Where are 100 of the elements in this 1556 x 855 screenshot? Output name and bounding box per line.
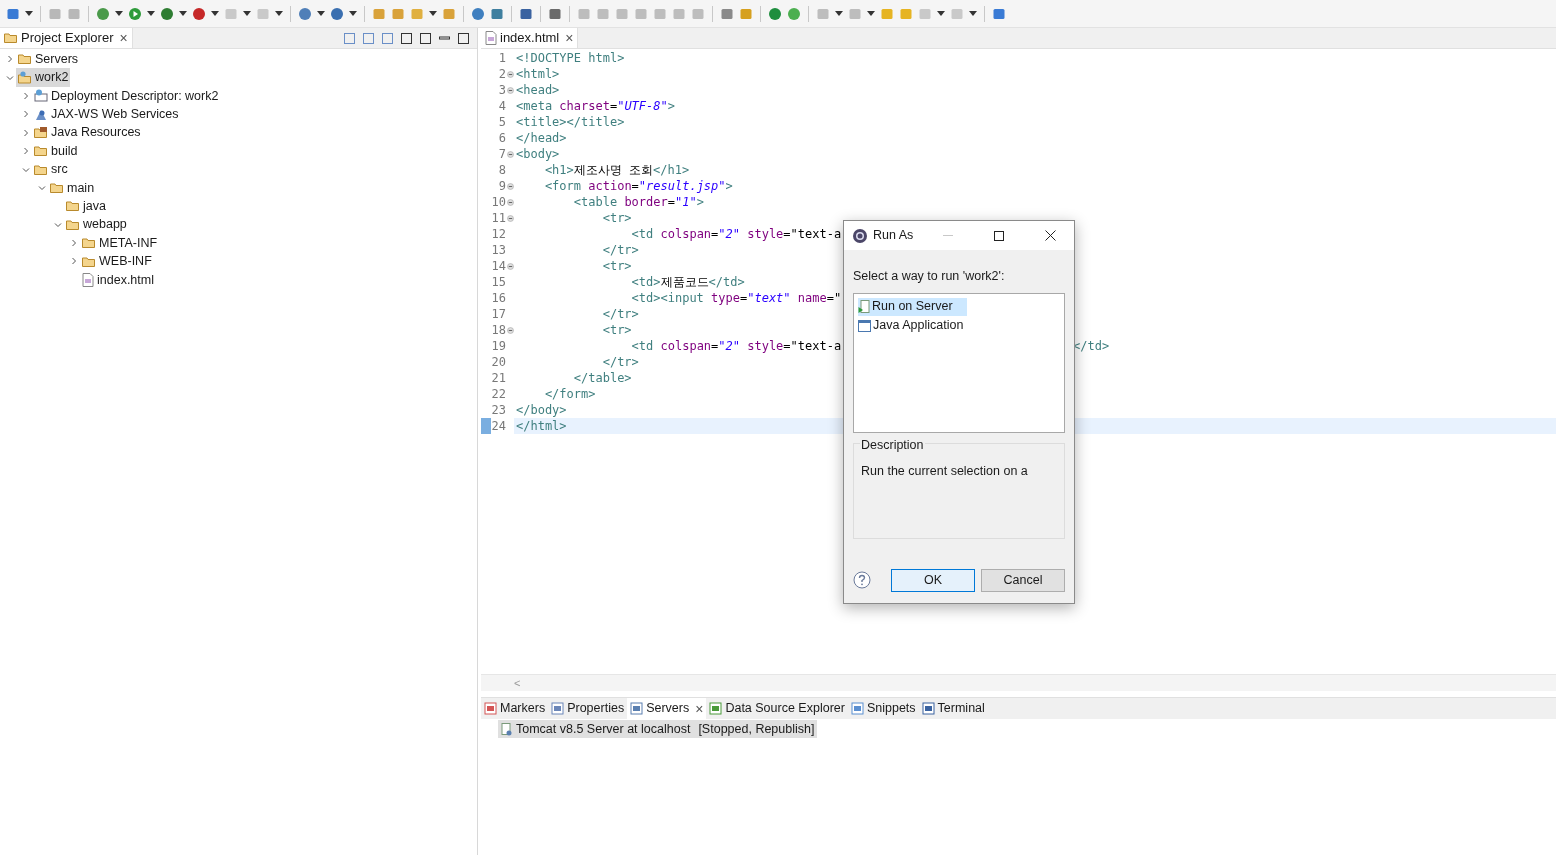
toolbar-icon[interactable] xyxy=(720,6,734,21)
code-line: <tr> xyxy=(601,211,632,225)
descriptor-icon xyxy=(34,89,48,103)
code-line: </tr> xyxy=(601,355,639,369)
panel-tab[interactable]: Markers xyxy=(481,698,549,719)
caret-icon[interactable] xyxy=(937,11,945,16)
toolbar-icon[interactable] xyxy=(768,6,782,21)
fold-icon[interactable] xyxy=(506,198,514,206)
editor-tab[interactable]: index.html × xyxy=(481,28,579,48)
toolbar-icon[interactable] xyxy=(330,6,344,21)
tree-item[interactable]: META-INF xyxy=(80,233,160,253)
close-icon[interactable]: × xyxy=(695,701,704,716)
fold-icon[interactable] xyxy=(506,150,514,158)
caret-icon[interactable] xyxy=(211,11,219,16)
toolbar-icon[interactable] xyxy=(490,6,504,21)
tree-item[interactable]: Deployment Descriptor: work2 xyxy=(32,86,221,106)
chevron-right-icon[interactable] xyxy=(22,147,30,156)
server-status: [Stopped, Republish] xyxy=(698,720,815,738)
run-option[interactable]: Run on Server xyxy=(858,297,967,316)
chevron-down-icon[interactable] xyxy=(54,220,62,229)
toolbar-icon[interactable] xyxy=(548,6,562,21)
caret-icon[interactable] xyxy=(835,11,843,16)
fold-icon[interactable] xyxy=(506,326,514,334)
caret-icon[interactable] xyxy=(867,11,875,16)
line-number: 16 xyxy=(491,290,506,306)
caret-icon[interactable] xyxy=(349,11,357,16)
maximize-icon[interactable] xyxy=(458,32,469,44)
close-icon[interactable]: × xyxy=(565,31,574,45)
dialog-button[interactable]: OK xyxy=(891,568,975,592)
run-option[interactable]: Java Application xyxy=(858,316,978,335)
code-line: </body> xyxy=(516,403,567,417)
caret-icon[interactable] xyxy=(243,11,251,16)
caret-icon[interactable] xyxy=(317,11,325,16)
caret-icon[interactable] xyxy=(969,11,977,16)
caret-icon[interactable] xyxy=(147,11,155,16)
caret-icon[interactable] xyxy=(25,11,33,16)
tree-item[interactable]: work2 xyxy=(16,68,71,87)
fold-icon[interactable] xyxy=(506,70,514,78)
caret-icon[interactable] xyxy=(179,11,187,16)
panel-tab[interactable]: Servers × xyxy=(627,698,707,719)
view-tab[interactable]: Project Explorer × xyxy=(0,28,133,48)
code-line: <h1>제조사명 조회</h1> xyxy=(543,163,690,177)
folder-icon xyxy=(66,218,80,231)
chevron-down-icon[interactable] xyxy=(6,73,14,82)
toolbar-icon[interactable] xyxy=(96,6,110,21)
tree-item[interactable]: index.html xyxy=(80,270,156,290)
line-number: 18 xyxy=(491,322,506,338)
chevron-right-icon[interactable] xyxy=(6,55,14,64)
toolbar-icon[interactable] xyxy=(787,6,801,21)
fold-icon[interactable] xyxy=(506,182,514,190)
code-line: <body> xyxy=(516,147,560,161)
panel-tab[interactable]: Data Source Explorer xyxy=(706,698,848,719)
tab-label[interactable]: index.html xyxy=(500,28,560,48)
description-text: Run the current selection on a xyxy=(861,463,1028,478)
server-row[interactable]: Tomcat v8.5 Server at localhost [Stopped, Republish] xyxy=(498,720,818,738)
html-file-icon xyxy=(485,31,497,45)
chevron-right-icon[interactable] xyxy=(22,91,30,100)
tree-item[interactable]: build xyxy=(32,141,80,161)
servers-icon xyxy=(630,702,644,715)
panel-tab[interactable]: Terminal xyxy=(918,698,988,719)
toolbar-icon[interactable] xyxy=(192,6,206,21)
toolbar-icon[interactable] xyxy=(519,6,533,21)
caret-icon[interactable] xyxy=(429,11,437,16)
line-number: 8 xyxy=(497,162,506,178)
toolbar-icon[interactable] xyxy=(128,6,142,21)
maximize-icon[interactable] xyxy=(994,230,1004,241)
server-name: Tomcat v8.5 Server at localhost xyxy=(516,720,691,738)
tree-item[interactable]: Java Resources xyxy=(32,123,143,143)
panel-tab[interactable]: Snippets xyxy=(847,698,919,719)
tree-item[interactable]: src xyxy=(32,160,70,179)
toolbar-icon[interactable] xyxy=(298,6,312,21)
close-icon[interactable]: × xyxy=(119,31,128,45)
code-line: </head> xyxy=(516,131,567,145)
tree-item[interactable]: WEB-INF xyxy=(80,252,154,271)
line-number: 21 xyxy=(491,370,506,386)
code-line: <form action="result.jsp"> xyxy=(543,179,733,193)
line-number: 12 xyxy=(491,226,506,242)
caret-icon[interactable] xyxy=(275,11,283,16)
tab-label[interactable]: Project Explorer xyxy=(21,28,114,48)
database-icon xyxy=(709,702,723,715)
folder-icon xyxy=(4,32,18,44)
code-line: <tr> xyxy=(601,323,632,337)
tree-item[interactable]: main xyxy=(48,178,97,198)
toolbar-icon[interactable] xyxy=(992,6,1006,21)
fold-icon[interactable] xyxy=(506,214,514,222)
toolbar-icon[interactable] xyxy=(6,6,20,21)
code-line: </table> xyxy=(572,371,632,385)
close-icon[interactable] xyxy=(1045,230,1056,241)
help-icon[interactable] xyxy=(853,571,871,590)
toolbar-icon[interactable] xyxy=(471,6,485,21)
dialog-button[interactable]: Cancel xyxy=(981,568,1065,592)
tree-item[interactable]: java xyxy=(64,196,108,216)
toolbar-icon[interactable] xyxy=(160,6,174,21)
caret-icon[interactable] xyxy=(115,11,123,16)
fold-icon[interactable] xyxy=(506,262,514,270)
tree-item[interactable]: JAX-WS Web Services xyxy=(32,105,181,124)
tree-item[interactable]: Servers xyxy=(16,49,81,69)
panel-tab[interactable]: Properties xyxy=(548,698,628,719)
tree-item[interactable]: webapp xyxy=(64,215,129,235)
fold-icon[interactable] xyxy=(506,86,514,94)
